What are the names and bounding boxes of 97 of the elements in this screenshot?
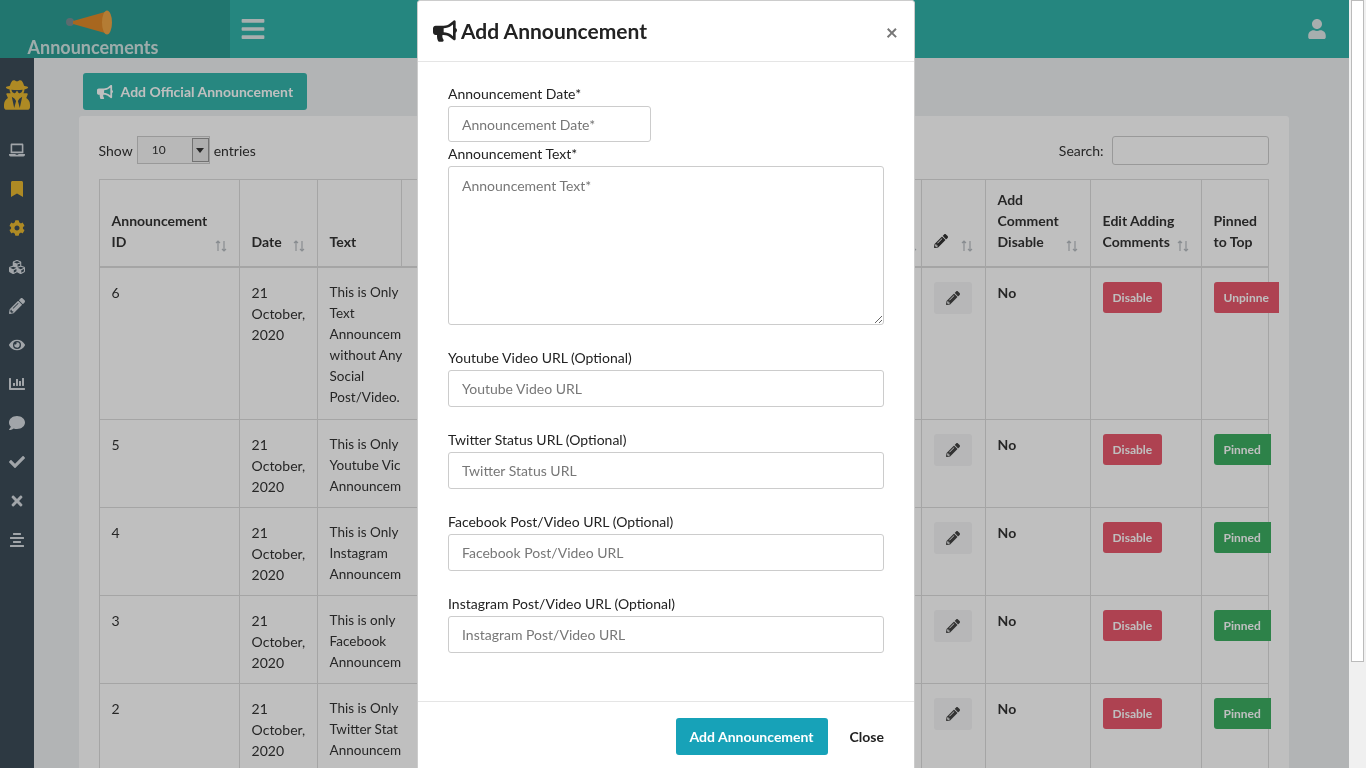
table-cell-text: Youtube Vic bbox=[329, 456, 402, 475]
field-label: Instagram Post/Video URL (Optional) bbox=[448, 594, 677, 614]
field-label: Facebook Post/Video URL (Optional) bbox=[448, 512, 675, 532]
table-cell: 21 October, 2020 bbox=[251, 700, 306, 759]
table-cell-text: Announcem bbox=[329, 477, 402, 496]
eye-icon[interactable] bbox=[8, 337, 25, 353]
dropdown-caret-icon bbox=[196, 147, 205, 153]
table-cell: No bbox=[997, 612, 1017, 629]
search-field[interactable] bbox=[1111, 135, 1269, 165]
pencil-icon[interactable] bbox=[8, 298, 25, 314]
add-official-announcement-button[interactable]: Add Official Announcement bbox=[82, 73, 308, 110]
table-cell-text: This is Only bbox=[329, 435, 400, 454]
table-cell: No bbox=[997, 284, 1017, 301]
input-field[interactable]: Instagram Post/Video URL bbox=[448, 616, 884, 653]
disable-comments-button[interactable]: Disable bbox=[1102, 610, 1163, 641]
cubes-icon[interactable] bbox=[8, 259, 25, 275]
table-cell: 2 bbox=[111, 700, 120, 717]
entries-label: entries bbox=[213, 140, 256, 161]
field-label: Announcement Text* bbox=[448, 144, 579, 164]
check-icon[interactable] bbox=[8, 454, 25, 470]
column-header[interactable]: Add Comment Disable bbox=[997, 189, 1066, 252]
field-label: Youtube Video URL (Optional) bbox=[448, 348, 633, 368]
table-cell-text: Twitter Stat bbox=[329, 720, 399, 739]
table-cell-text: Announcem bbox=[329, 325, 402, 344]
field-label: Twitter Status URL (Optional) bbox=[448, 430, 628, 450]
logo-text: Announcements bbox=[27, 38, 159, 56]
laptop-icon[interactable] bbox=[8, 142, 25, 158]
close-link-button[interactable]: Close bbox=[849, 726, 884, 747]
table-cell-text: This is only bbox=[329, 611, 397, 630]
search-label: Search: bbox=[1058, 140, 1104, 161]
disable-comments-button[interactable]: Disable bbox=[1102, 282, 1163, 313]
table-cell: No bbox=[997, 436, 1017, 453]
table-cell-text: Announcem bbox=[329, 741, 402, 760]
table-cell-text: Facebook bbox=[329, 632, 388, 651]
table-cell-text: Announcem bbox=[329, 565, 402, 584]
table-cell-text: Post/Video. bbox=[329, 388, 401, 407]
table-cell-text: Announcem bbox=[329, 653, 402, 672]
comment-icon[interactable] bbox=[8, 415, 25, 431]
bookmark-icon[interactable] bbox=[8, 181, 25, 197]
table-cell: 21 October, 2020 bbox=[251, 612, 306, 671]
show-label: Show bbox=[98, 140, 133, 161]
spy-icon[interactable] bbox=[3, 80, 30, 110]
field-label: Announcement Date* bbox=[448, 84, 583, 104]
megaphone-icon bbox=[96, 83, 113, 100]
pencil-icon bbox=[946, 443, 961, 457]
disable-comments-button[interactable]: Disable bbox=[1102, 522, 1163, 553]
table-cell: 5 bbox=[111, 436, 120, 453]
pencil-icon bbox=[933, 234, 948, 248]
table-cell-text: Social bbox=[329, 367, 366, 386]
input-field[interactable]: Youtube Video URL bbox=[448, 370, 884, 407]
edit-button[interactable] bbox=[934, 522, 973, 554]
megaphone-icon bbox=[433, 20, 457, 42]
table-cell-text: This is Only bbox=[329, 283, 400, 302]
pin-status-button[interactable]: Pinned bbox=[1213, 522, 1271, 553]
align-center-icon[interactable] bbox=[8, 532, 25, 548]
bar-chart-icon[interactable] bbox=[8, 376, 25, 392]
input-field[interactable]: Announcement Date* bbox=[448, 106, 651, 142]
add-announcement-button[interactable]: Add Announcement bbox=[675, 718, 828, 755]
table-cell: 4 bbox=[111, 524, 120, 541]
table-cell: No bbox=[997, 700, 1017, 717]
table-cell: 21 October, 2020 bbox=[251, 436, 306, 495]
pencil-icon bbox=[946, 619, 961, 633]
table-cell: 21 October, 2020 bbox=[251, 284, 306, 343]
column-header[interactable]: Pinned to Top bbox=[1213, 210, 1257, 252]
edit-button[interactable] bbox=[934, 698, 973, 730]
pin-status-button[interactable]: Pinned bbox=[1213, 698, 1271, 729]
table-cell: No bbox=[997, 524, 1017, 541]
pencil-icon bbox=[946, 707, 961, 721]
edit-button[interactable] bbox=[934, 282, 973, 314]
table-cell: 6 bbox=[111, 284, 120, 301]
table-cell-text: Text bbox=[329, 304, 356, 323]
table-cell-text: This is Only bbox=[329, 523, 400, 542]
edit-button[interactable] bbox=[934, 434, 973, 466]
edit-button[interactable] bbox=[934, 610, 973, 642]
column-header[interactable]: Date bbox=[251, 231, 282, 252]
settings-icon[interactable] bbox=[8, 220, 25, 236]
input-field[interactable]: Twitter Status URL bbox=[448, 452, 884, 489]
pencil-icon bbox=[946, 531, 961, 545]
table-cell-text: without Any bbox=[329, 346, 402, 365]
entries-select[interactable]: 10 bbox=[136, 136, 210, 164]
column-header[interactable]: Announcement ID bbox=[111, 210, 215, 252]
input-field[interactable]: Facebook Post/Video URL bbox=[448, 534, 884, 571]
pin-status-button[interactable]: Unpinne bbox=[1213, 282, 1279, 313]
close-button[interactable]: × bbox=[885, 20, 898, 42]
pin-status-button[interactable]: Pinned bbox=[1213, 610, 1271, 641]
pencil-icon bbox=[946, 291, 961, 305]
pin-status-button[interactable]: Pinned bbox=[1213, 434, 1271, 465]
disable-comments-button[interactable]: Disable bbox=[1102, 698, 1163, 729]
modal-title: Add Announcement bbox=[461, 17, 648, 46]
column-header[interactable]: Edit Adding Comments bbox=[1102, 210, 1177, 252]
table-cell-text: Instagram bbox=[329, 544, 389, 563]
disable-comments-button[interactable]: Disable bbox=[1102, 434, 1163, 465]
table-cell: 3 bbox=[111, 612, 120, 629]
table-cell: 21 October, 2020 bbox=[251, 524, 306, 583]
column-header[interactable]: Text bbox=[329, 231, 357, 252]
table-cell-text: This is Only bbox=[329, 699, 400, 718]
text-area[interactable]: Announcement Text* bbox=[448, 166, 884, 325]
